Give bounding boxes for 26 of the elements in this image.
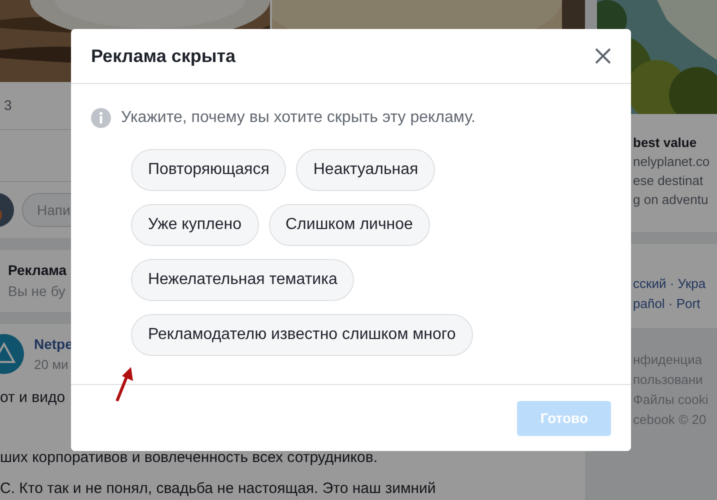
post-time: 20 ми (34, 356, 70, 374)
ad-title[interactable]: best value (633, 133, 697, 152)
reaction-count: 3 (4, 96, 12, 115)
annotation-arrow (114, 366, 134, 402)
prompt-text: Укажите, почему вы хотите скрыть эту рекламу. (121, 108, 476, 128)
post-text: от и видо (0, 388, 66, 408)
reason-chip[interactable]: Нежелательная тематика (131, 259, 354, 301)
reason-chip[interactable]: Уже куплено (131, 204, 258, 246)
reason-chip[interactable]: Слишком личное (268, 204, 430, 246)
language-links[interactable]: сский · Укра (633, 274, 706, 294)
close-icon[interactable] (595, 48, 611, 64)
reason-chip[interactable]: Повторяющаяся (131, 149, 286, 191)
ad-domain: nelyplanet.co (633, 153, 710, 171)
reason-chip[interactable]: Неактуальная (296, 149, 436, 191)
ad-notice-title: Реклама (8, 261, 67, 280)
post-text: ших корпоративов и вовлеченность всех сотрудников. (0, 448, 378, 468)
post-author[interactable]: Netpe (34, 334, 73, 355)
language-links[interactable]: pañol · Port (633, 294, 700, 314)
ad-notice-text: Вы не бу (8, 282, 66, 301)
reason-chip[interactable]: Рекламодателю известно слишком много (131, 314, 473, 356)
ad-description: ese destinat (633, 172, 704, 190)
avatar-icon (0, 193, 14, 227)
post-text: С. Кто так и не понял, свадьба не настоящая. Это наш зимний (0, 478, 436, 498)
dialog-title: Реклама скрыта (91, 44, 236, 68)
info-icon (91, 108, 111, 128)
ad-description: g on adventu (633, 191, 708, 209)
